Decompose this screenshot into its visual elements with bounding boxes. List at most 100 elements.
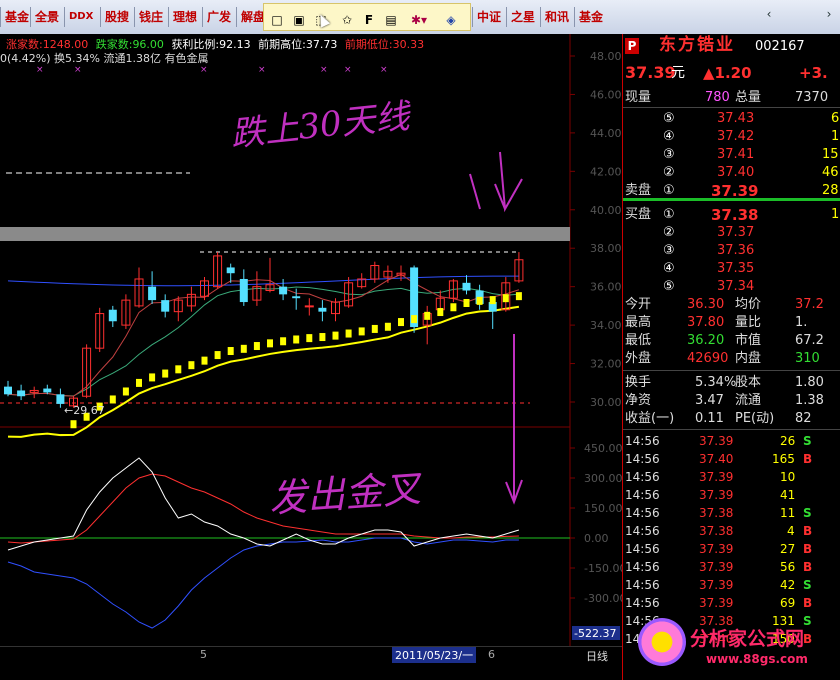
ma-teal <box>7 286 519 397</box>
tick-qty: 41 <box>780 488 796 502</box>
signal-marker <box>162 369 169 378</box>
tick-side: S <box>803 578 812 592</box>
top-toolbar: 基金 全景 DDX 股搜 钱庄 理想 广发 解盘 □ ▣ ⬚ ✩ F ▤ ✱▾ … <box>0 0 840 35</box>
ask-row: ⑤ 37.43 6 <box>623 110 840 128</box>
candle-body-down <box>226 267 235 274</box>
stat-label: 收益(一) <box>625 411 675 426</box>
chart-svg: 48.00 46.00 44.00 42.00 40.00 38.00 36.00 34.00… <box>0 34 622 646</box>
chart-bottom-bar: 5 2011/05/23/一 6 日线 <box>0 646 622 665</box>
chevron-right-icon[interactable]: › <box>820 6 838 22</box>
tick-price: 37.39 <box>699 560 734 574</box>
bid-row: ② 37.37 <box>623 224 840 242</box>
signal-marker <box>332 331 339 340</box>
tab-fund[interactable]: 基金 <box>0 7 29 27</box>
candle-body-down <box>161 300 170 312</box>
restore-window-icon[interactable]: ▣ <box>290 12 308 28</box>
ask-price: 37.40 <box>717 165 755 180</box>
candle-body-down <box>292 296 301 299</box>
ask-level: ④ <box>663 129 675 144</box>
tick-time: 14:56 <box>625 578 660 592</box>
tick-row: 14:56 37.39 26 S <box>623 432 840 450</box>
tab-guangfa[interactable]: 广发 <box>202 7 234 27</box>
tick-time: 14:56 <box>625 434 660 448</box>
price-tick-label: 34.00 <box>590 319 622 332</box>
signal-marker <box>463 298 470 307</box>
signal-marker <box>227 347 234 356</box>
tick-side: B <box>803 542 813 556</box>
tick-side: S <box>803 506 812 520</box>
ask-level: ⑤ <box>663 111 675 126</box>
bid-row: ① 37.38 1 买盘 <box>623 206 840 224</box>
signal-marker <box>476 296 483 305</box>
tick-row: 14:56 37.38 11 S <box>623 504 840 522</box>
chevron-left-icon[interactable]: ‹ <box>760 6 778 22</box>
tab-csi[interactable]: 中证 <box>472 7 504 27</box>
x-marker: × <box>344 65 352 75</box>
price-tick-label: 42.00 <box>590 165 622 178</box>
period-daily[interactable]: 日线 <box>586 648 608 664</box>
signal-marker <box>214 351 221 360</box>
tab-analysis[interactable]: 解盘 <box>236 7 266 27</box>
bid-level: ① <box>663 207 675 222</box>
signal-marker <box>384 322 391 331</box>
tick-time: 14:56 <box>625 560 660 574</box>
stock-name: 东方锆业 <box>659 35 735 55</box>
stat-value: 0.11 <box>695 411 724 426</box>
kline-chart[interactable]: 涨家数:1248.00 跌家数:96.00 获利比例:92.13 前期高位:37… <box>0 34 622 664</box>
candle-body-down <box>462 282 471 291</box>
stat-value: 3.47 <box>695 393 724 408</box>
x-marker: × <box>74 65 82 75</box>
watermark-url: www.88gs.com <box>706 652 808 666</box>
candle-body-down <box>279 286 288 295</box>
tab-panorama[interactable]: 全景 <box>30 7 62 27</box>
indicator-tick-label: 300.00 <box>584 472 622 485</box>
vol-now-label: 现量 <box>625 90 652 105</box>
tick-price: 37.39 <box>699 470 734 484</box>
star-icon[interactable]: ✩ <box>338 12 356 28</box>
x-marker: × <box>36 65 44 75</box>
price-change: ▲1.20 <box>703 64 752 82</box>
tab-star[interactable]: 之星 <box>506 7 538 27</box>
ask-row: ④ 37.42 1 <box>623 128 840 146</box>
tick-time: 14:56 <box>625 524 660 538</box>
indicator-tick-label: 150.00 <box>584 502 622 515</box>
stock-code: 002167 <box>755 39 805 54</box>
tick-row: 14:56 37.39 10 <box>623 468 840 486</box>
stat-value: 5.34% <box>695 375 737 390</box>
signal-marker <box>122 387 129 396</box>
stats-divider <box>623 370 840 371</box>
stat-label: 最高 <box>625 315 652 330</box>
bid-row: ⑤ 37.34 <box>623 278 840 296</box>
low-price-marker: ←29.67 <box>64 404 105 417</box>
price-row: 37.39 元 ▲1.20 +3. <box>623 64 840 86</box>
book-divider <box>623 198 840 201</box>
signal-marker <box>240 344 247 353</box>
candle-body-down <box>17 390 26 397</box>
quote-panel: P 东方锆业 002167 37.39 元 ▲1.20 +3. 现量 780 总… <box>622 34 840 680</box>
ma-long-blue <box>7 275 519 287</box>
price-tick-label: 44.00 <box>590 127 622 140</box>
signal-marker <box>358 327 365 336</box>
vol-total: 7370 <box>795 90 829 105</box>
x-marker: × <box>380 65 388 75</box>
tab-stock-search[interactable]: 股搜 <box>100 7 132 27</box>
tab-hexun[interactable]: 和讯 <box>540 7 572 27</box>
indicator-red-line <box>7 473 519 544</box>
window-icon[interactable]: □ <box>268 12 286 28</box>
stat-label-2: 内盘 <box>735 351 762 366</box>
ask-qty: 6 <box>831 111 840 126</box>
palette-icon[interactable]: ✱▾ <box>410 12 428 28</box>
stat-value: 36.30 <box>687 297 725 312</box>
tab-ideal[interactable]: 理想 <box>168 7 200 27</box>
signal-marker <box>201 356 208 365</box>
tick-qty: 56 <box>780 560 796 574</box>
tab-fund-2[interactable]: 基金 <box>574 7 608 27</box>
quote-header: P 东方锆业 002167 <box>623 36 840 58</box>
shield-icon[interactable]: ◈ <box>442 12 460 28</box>
stat-value-2: 1.38 <box>795 393 824 408</box>
tab-ddx[interactable]: DDX <box>64 7 98 27</box>
tab-money-house[interactable]: 钱庄 <box>134 7 166 27</box>
stat-label-2: 均价 <box>735 297 762 312</box>
calculator-icon[interactable]: ▤ <box>382 12 400 28</box>
formula-f-icon[interactable]: F <box>360 12 378 28</box>
